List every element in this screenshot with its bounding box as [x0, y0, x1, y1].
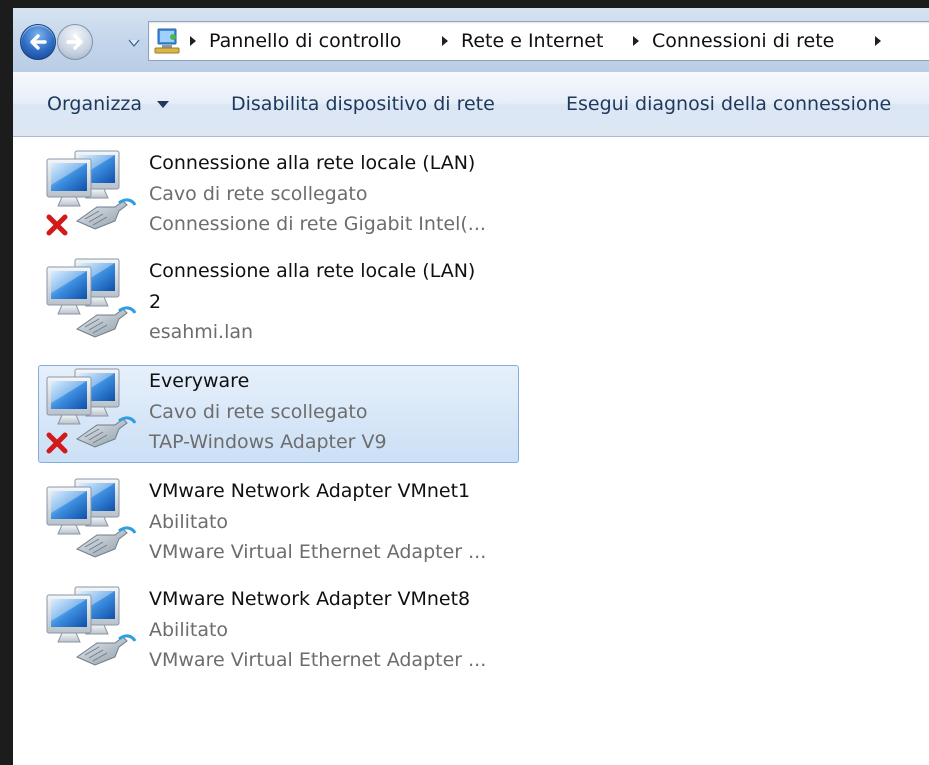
network-adapter-icon	[46, 368, 137, 454]
organize-button[interactable]: Organizza	[47, 72, 142, 136]
connection-item-vmnet1[interactable]: VMware Network Adapter VMnet1 Abilitato …	[38, 475, 519, 571]
back-button[interactable]	[20, 24, 56, 60]
network-adapter-icon	[46, 478, 137, 559]
connection-status: esahmi.lan	[149, 321, 254, 343]
arrow-right-icon	[66, 34, 83, 50]
diagnose-connection-button[interactable]: Esegui diagnosi della connessione	[566, 72, 891, 136]
breadcrumb-arrow-icon[interactable]	[442, 36, 448, 46]
disconnected-x-icon	[46, 214, 68, 236]
breadcrumb-control-panel[interactable]: Pannello di controllo	[209, 22, 401, 60]
network-connections-window: Pannello di controllo Rete e Internet Co…	[13, 8, 929, 765]
connection-device: VMware Virtual Ethernet Adapter ...	[149, 649, 487, 671]
connection-item-lan[interactable]: Connessione alla rete locale (LAN) Cavo …	[38, 147, 519, 243]
disconnected-x-icon	[46, 432, 68, 454]
recent-pages-chevron-icon[interactable]	[128, 39, 140, 47]
connection-device: TAP-Windows Adapter V9	[149, 431, 387, 453]
arrow-left-icon	[30, 34, 47, 50]
connection-name-continued: 2	[149, 290, 162, 313]
breadcrumb-arrow-icon[interactable]	[190, 36, 196, 46]
connection-status: Abilitato	[149, 510, 229, 533]
connection-name: VMware Network Adapter VMnet1	[149, 480, 471, 502]
connection-status: Abilitato	[149, 618, 229, 641]
network-adapter-icon	[46, 258, 137, 339]
connection-item-vmnet8[interactable]: VMware Network Adapter VMnet8 Abilitato …	[38, 583, 519, 679]
connection-name: Everyware	[149, 370, 250, 392]
network-adapter-icon	[46, 586, 137, 667]
connection-item-everyware[interactable]: Everyware Cavo di rete scollegato TAP-Wi…	[38, 365, 519, 463]
breadcrumb-arrow-icon[interactable]	[633, 36, 639, 46]
connection-device: VMware Virtual Ethernet Adapter ...	[149, 541, 487, 563]
control-panel-icon	[154, 28, 180, 54]
connection-name: VMware Network Adapter VMnet8	[149, 588, 471, 610]
connections-list: Connessione alla rete locale (LAN) Cavo …	[13, 137, 929, 765]
disable-device-button[interactable]: Disabilita dispositivo di rete	[231, 72, 495, 136]
address-bar[interactable]: Pannello di controllo Rete e Internet Co…	[148, 21, 929, 61]
command-bar: Organizza Disabilita dispositivo di rete…	[13, 72, 929, 137]
dropdown-arrow-icon[interactable]	[157, 101, 169, 108]
connection-device: Connessione di rete Gigabit Intel(...	[149, 213, 486, 235]
breadcrumb-network-internet[interactable]: Rete e Internet	[461, 22, 603, 60]
breadcrumb-arrow-icon[interactable]	[875, 36, 881, 46]
navigation-bar: Pannello di controllo Rete e Internet Co…	[13, 8, 929, 72]
connection-item-lan-2[interactable]: Connessione alla rete locale (LAN) 2 esa…	[38, 255, 519, 351]
connection-status: Cavo di rete scollegato	[149, 182, 368, 205]
connection-status: Cavo di rete scollegato	[149, 400, 368, 423]
breadcrumb-network-connections[interactable]: Connessioni di rete	[652, 22, 834, 60]
connection-name: Connessione alla rete locale (LAN)	[149, 152, 476, 174]
connection-name: Connessione alla rete locale (LAN)	[149, 260, 476, 282]
forward-button[interactable]	[57, 24, 93, 60]
network-adapter-icon	[46, 150, 137, 236]
